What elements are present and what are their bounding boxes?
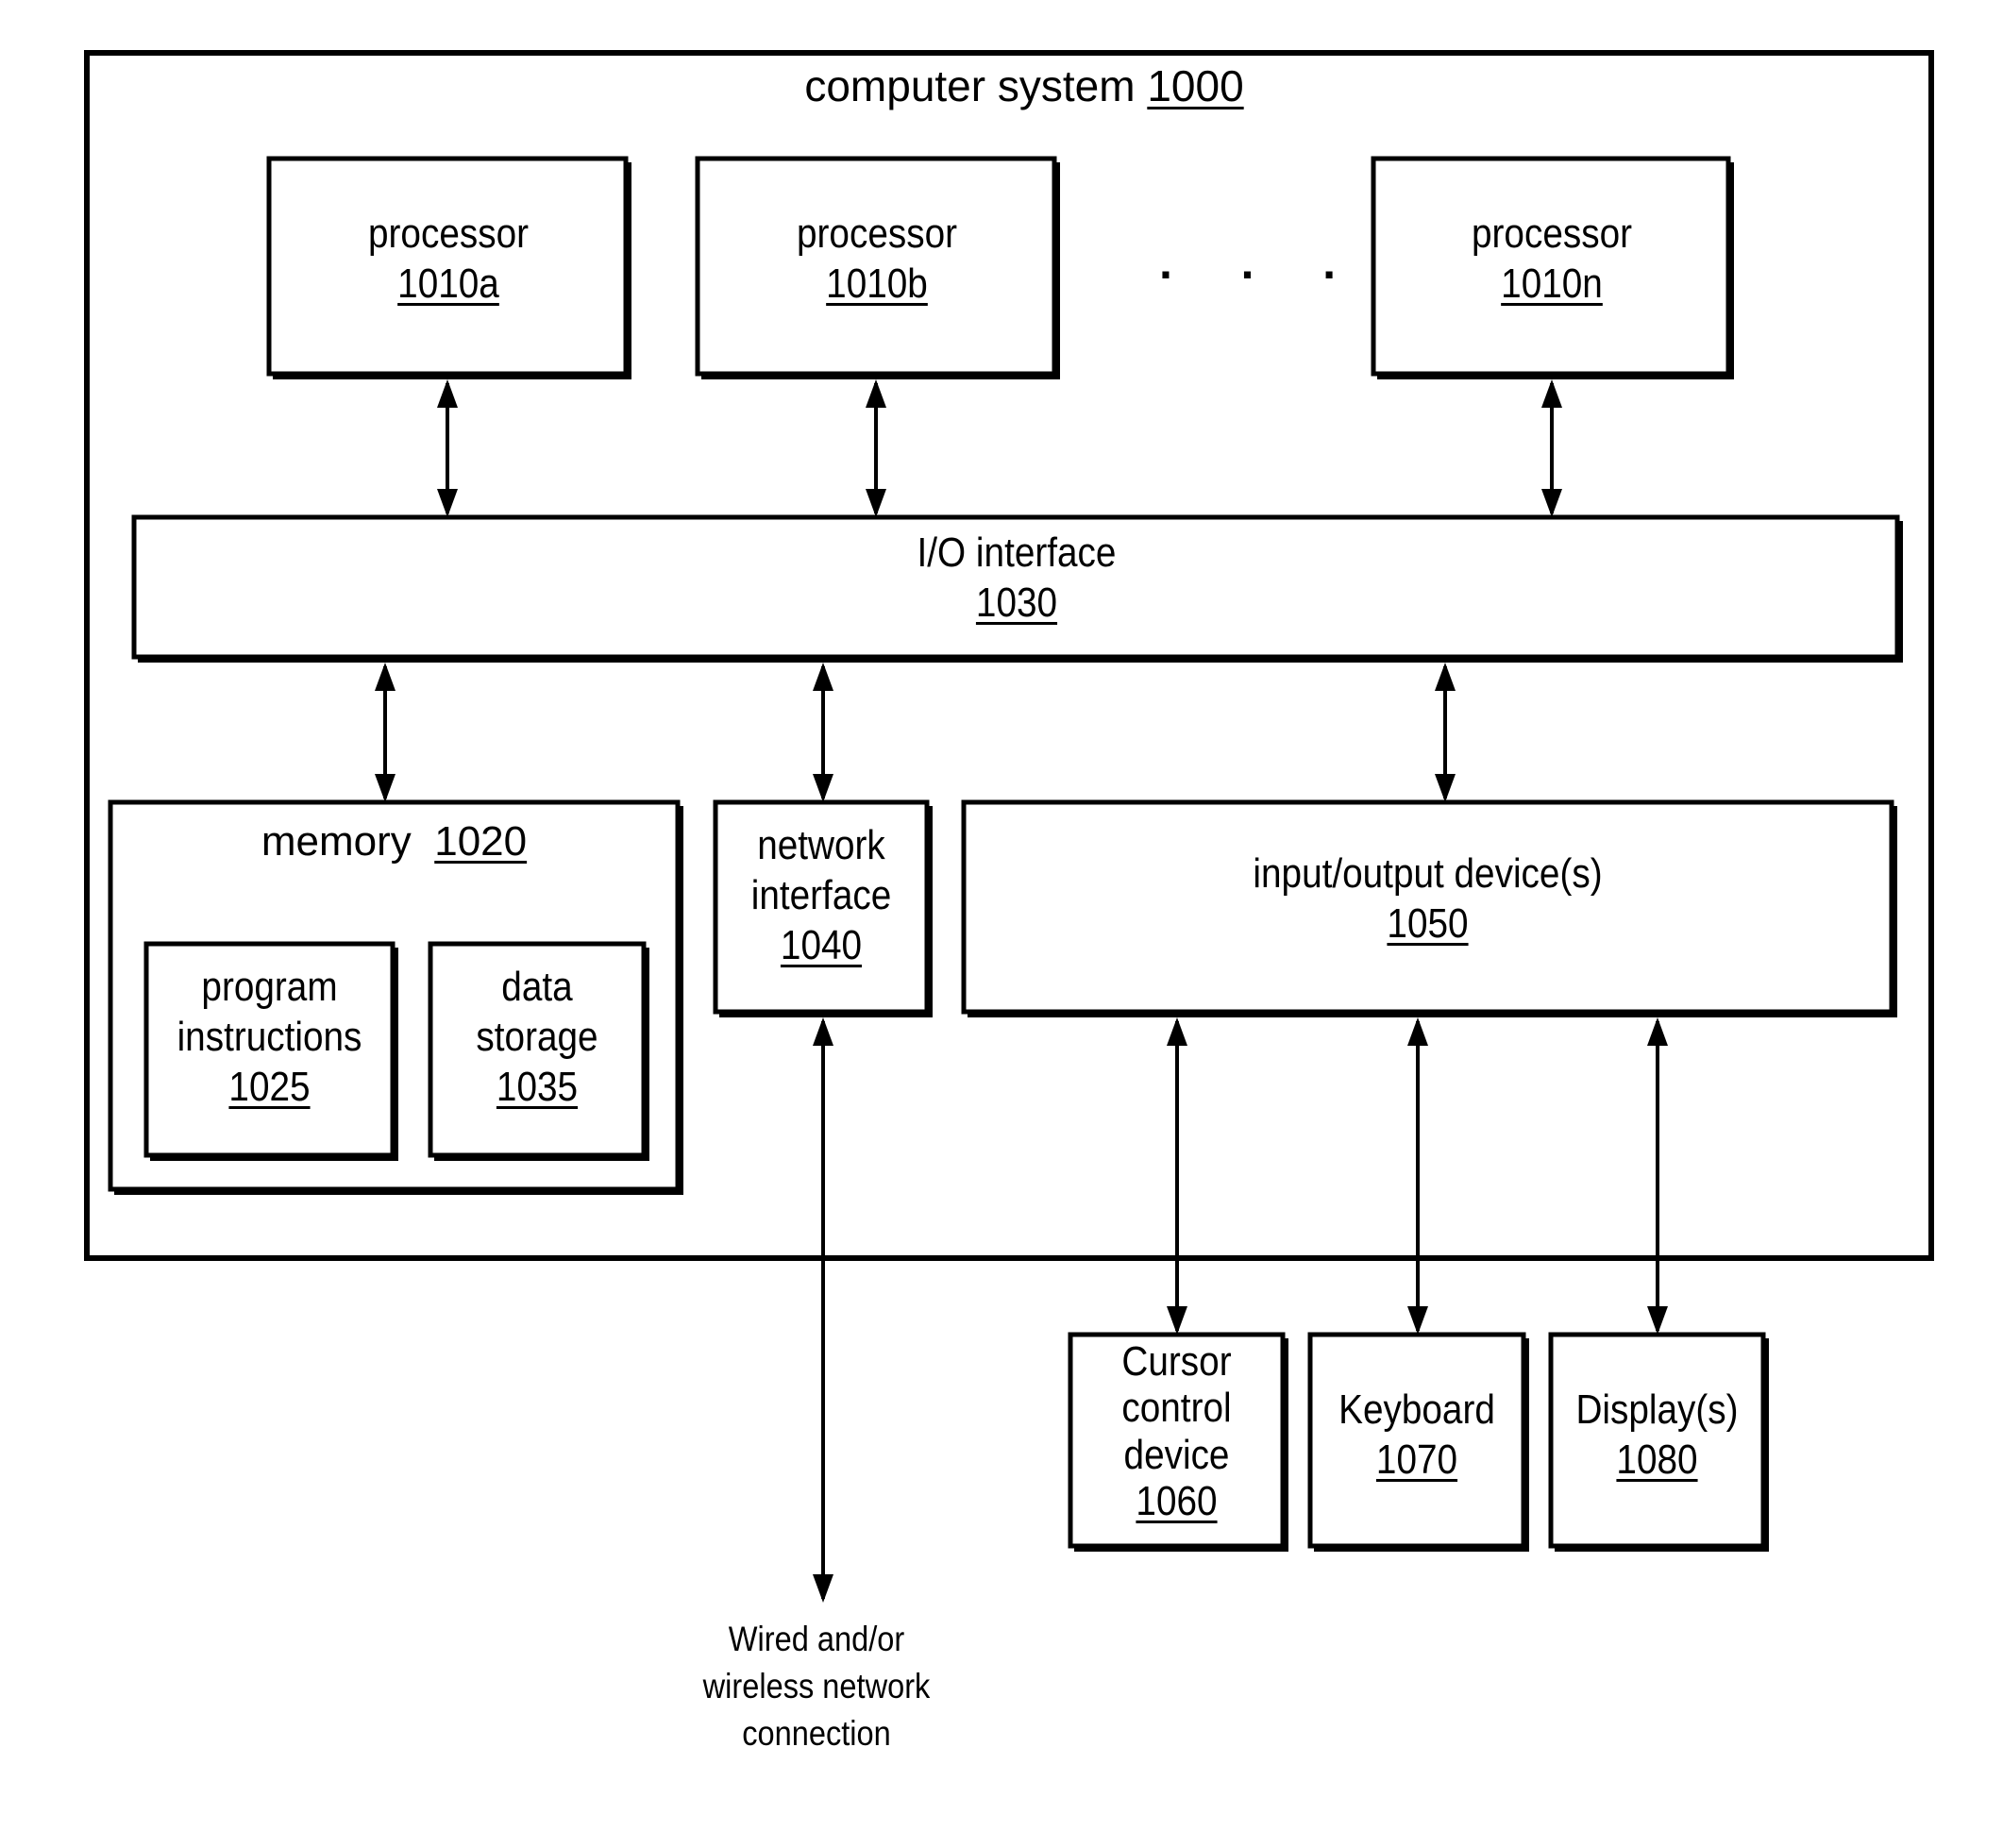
network-connection-line: Wired and/or <box>728 1620 905 1658</box>
processor-ref: 1010n <box>1501 260 1603 307</box>
processor-1010a-label: processor 1010a <box>291 210 606 310</box>
io-interface-label: I/O interface <box>917 529 1117 576</box>
arrowhead-down-icon <box>1167 1306 1187 1335</box>
data-storage-line: storage <box>476 1013 598 1060</box>
program-instructions-line: program <box>201 964 338 1010</box>
processor-ref: 1010a <box>397 260 499 307</box>
processor-label: processor <box>796 210 958 257</box>
program-instructions-line: instructions <box>177 1013 362 1060</box>
processor-label: processor <box>367 210 530 257</box>
network-interface-line: interface <box>750 871 892 918</box>
network-connection-label: Wired and/or wireless network connection <box>680 1616 953 1757</box>
program-instructions-ref: 1025 <box>228 1063 311 1110</box>
keyboard-ref: 1070 <box>1375 1436 1458 1483</box>
computer-system-title: computer system 1000 <box>661 60 1388 112</box>
network-connection-line: wireless network <box>702 1666 931 1705</box>
network-interface-1040-label: network interface 1040 <box>728 821 914 970</box>
processor-label: processor <box>1471 210 1633 257</box>
io-devices-ref: 1050 <box>1387 899 1469 947</box>
processor-1010b-label: processor 1010b <box>719 210 1035 310</box>
cursor-control-ref: 1060 <box>1136 1477 1218 1524</box>
processor-ellipsis: · · · <box>1159 248 1365 301</box>
program-instructions-1025-label: program instructions 1025 <box>161 963 379 1112</box>
cursor-control-line: device <box>1123 1431 1230 1478</box>
displays-ref: 1080 <box>1616 1436 1698 1483</box>
cursor-control-line: Cursor <box>1121 1338 1232 1385</box>
keyboard-label: Keyboard <box>1338 1386 1495 1433</box>
io-devices-1050-label: input/output device(s) 1050 <box>1019 849 1836 949</box>
io-interface-1030-label: I/O interface 1030 <box>240 529 1793 629</box>
io-interface-ref: 1030 <box>975 579 1058 626</box>
cursor-control-1060-label: Cursor control device 1060 <box>1084 1338 1271 1524</box>
arrowhead-down-icon <box>813 1574 833 1603</box>
keyboard-1070-label: Keyboard 1070 <box>1323 1386 1511 1486</box>
processor-ref: 1010b <box>826 260 928 307</box>
network-interface-line: network <box>757 822 885 868</box>
data-storage-line: data <box>501 964 573 1010</box>
cursor-control-line: control <box>1121 1385 1232 1432</box>
computer-system-ref: 1000 <box>1147 61 1244 110</box>
memory-ref: 1020 <box>434 818 528 865</box>
computer-system-label: computer system <box>804 61 1136 110</box>
data-storage-1035-label: data storage 1035 <box>444 963 631 1112</box>
io-devices-label: input/output device(s) <box>1253 850 1603 897</box>
arrowhead-down-icon <box>1407 1306 1428 1335</box>
displays-label: Display(s) <box>1575 1386 1739 1433</box>
processor-1010n-label: processor 1010n <box>1395 210 1709 310</box>
displays-1080-label: Display(s) 1080 <box>1564 1386 1751 1486</box>
memory-1020-label: memory 1020 <box>110 817 678 867</box>
memory-label: memory <box>261 818 412 865</box>
network-interface-ref: 1040 <box>780 921 863 968</box>
arrowhead-down-icon <box>1647 1306 1668 1335</box>
data-storage-ref: 1035 <box>496 1063 579 1110</box>
network-connection-line: connection <box>742 1713 891 1753</box>
